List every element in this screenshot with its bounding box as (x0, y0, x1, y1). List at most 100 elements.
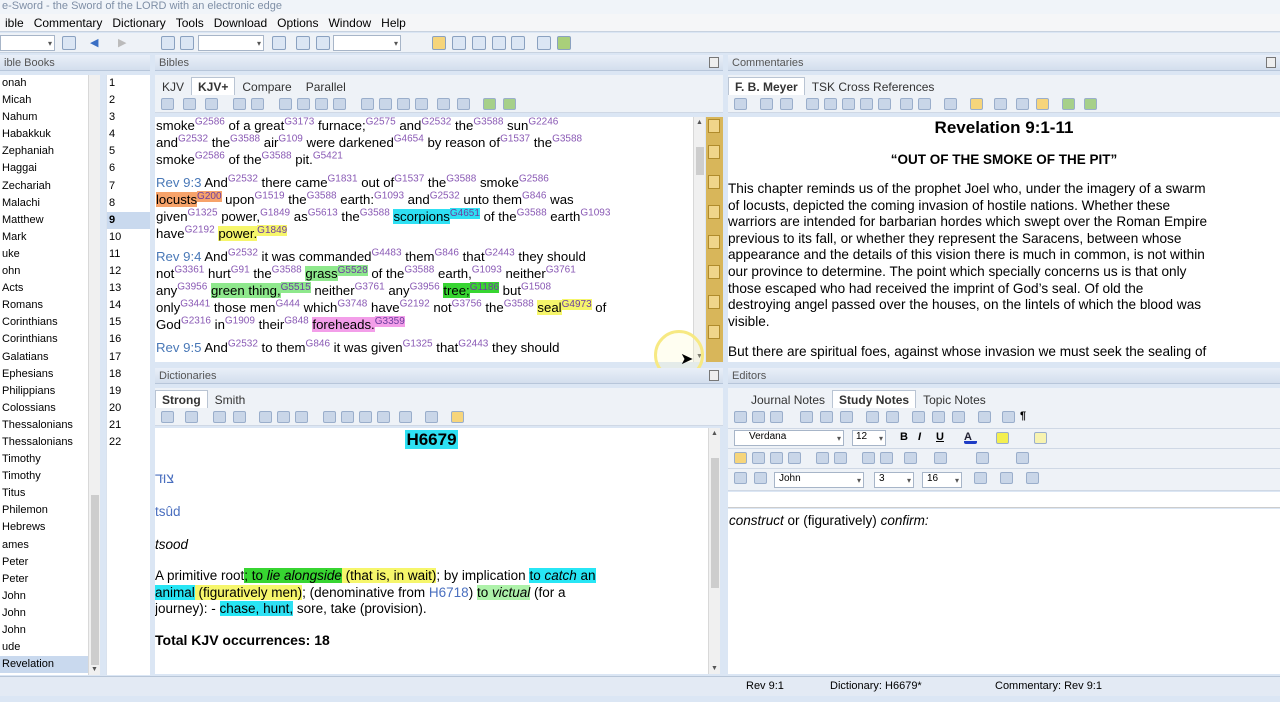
book-item[interactable]: Corinthians (0, 314, 88, 331)
bookmark-icon[interactable] (708, 205, 720, 219)
pin-icon[interactable] (709, 370, 719, 381)
save-icon[interactable] (62, 36, 76, 50)
zoom-icon[interactable] (944, 98, 957, 110)
book-item[interactable]: Habakkuk (0, 126, 88, 143)
strong-number[interactable]: G2192 (400, 299, 430, 310)
strong-number[interactable]: G3761 (355, 282, 385, 293)
strong-number[interactable]: G1508 (521, 282, 551, 293)
book-item[interactable]: Micah (0, 92, 88, 109)
tab-topic-notes[interactable]: Topic Notes (916, 390, 993, 410)
book-item[interactable]: Zechariah (0, 178, 88, 195)
book-item[interactable]: Colossians (0, 400, 88, 417)
verse-reference[interactable]: Rev 9:4 (156, 249, 201, 264)
print-icon[interactable] (277, 411, 290, 423)
book-item[interactable]: John (0, 622, 88, 639)
chapter-item[interactable]: 13 (107, 280, 150, 297)
strong-number[interactable]: G3588 (504, 299, 534, 310)
spacing-icon[interactable] (904, 452, 917, 464)
strong-number[interactable]: G2192 (185, 225, 215, 236)
print-icon[interactable] (770, 411, 783, 423)
strong-number[interactable]: G2586 (519, 174, 549, 185)
book-item[interactable]: Acts (0, 280, 88, 297)
strong-number[interactable]: G2532 (178, 134, 208, 145)
strong-number[interactable]: G5528 (337, 264, 368, 276)
search-bible-icon[interactable] (180, 36, 194, 50)
chapter-item[interactable]: 10 (107, 229, 150, 246)
add-icon[interactable] (205, 98, 218, 110)
strong-number[interactable]: G1849 (257, 224, 288, 236)
menu-item-download[interactable]: Download (209, 14, 272, 32)
book-item[interactable]: Peter (0, 554, 88, 571)
tab-parallel[interactable]: Parallel (299, 77, 353, 97)
strong-number[interactable]: G4973 (561, 298, 592, 310)
table-icon[interactable] (932, 411, 945, 423)
book-list-scrollbar[interactable]: ▼ (88, 75, 100, 675)
book-item[interactable]: Revelation (0, 656, 88, 674)
bible-scrollbar[interactable]: ▲ ▼ (693, 117, 705, 362)
tab-compare[interactable]: Compare (235, 77, 298, 97)
dictionary-link[interactable]: H6718 (429, 585, 469, 600)
strong-number[interactable]: G3761 (546, 265, 576, 276)
strong-number[interactable]: G2532 (228, 248, 258, 259)
chapter-item[interactable]: 15 (107, 314, 150, 331)
book-icon[interactable] (994, 98, 1007, 110)
bookmark-icon[interactable] (708, 265, 720, 279)
strong-number[interactable]: G3359 (374, 315, 405, 327)
bible-text[interactable]: smokeG2586 of a greatG3173 furnace;G2575… (155, 117, 695, 362)
bullet-list-icon[interactable] (834, 452, 847, 464)
print-icon[interactable] (824, 98, 837, 110)
highlight-icon[interactable] (900, 98, 913, 110)
chapter-item[interactable]: 7 (107, 178, 150, 195)
strong-number[interactable]: G200 (197, 190, 222, 202)
verse-reference[interactable]: Rev 9:5 (156, 340, 201, 355)
book-item[interactable]: Timothy (0, 451, 88, 468)
grid-icon[interactable] (537, 36, 551, 50)
book-item[interactable]: Zephaniah (0, 143, 88, 160)
strong-number[interactable]: G848 (284, 316, 308, 327)
border-icon[interactable] (934, 452, 947, 464)
strong-number[interactable]: G3588 (446, 174, 476, 185)
verse-reference[interactable]: Rev 9:3 (156, 175, 201, 190)
book-item[interactable]: Galatians (0, 349, 88, 366)
strong-number[interactable]: G846 (306, 339, 330, 350)
search-icon[interactable] (161, 36, 175, 50)
zoom-icon[interactable] (1026, 472, 1039, 484)
cut-icon[interactable] (800, 411, 813, 423)
strong-number[interactable]: G2443 (485, 248, 515, 259)
image-icon[interactable] (952, 411, 965, 423)
goto-icon[interactable] (183, 98, 196, 110)
copy-verse-icon[interactable] (297, 98, 310, 110)
strong-number[interactable]: G3361 (174, 265, 204, 276)
align-right-icon[interactable] (770, 452, 783, 464)
chapter-item[interactable]: 16 (107, 331, 150, 348)
strong-number[interactable]: G3588 (552, 134, 582, 145)
strong-number[interactable]: G5421 (313, 151, 343, 162)
zoom-icon[interactable] (437, 98, 450, 110)
book-item[interactable]: ohn (0, 263, 88, 280)
strong-number[interactable]: G1519 (255, 191, 285, 202)
dictionary-view-icon[interactable] (492, 36, 506, 50)
strong-number[interactable]: G3756 (452, 299, 482, 310)
strong-number[interactable]: G3748 (337, 299, 367, 310)
tab-strong[interactable]: Strong (155, 390, 208, 409)
book-item[interactable]: onah (0, 75, 88, 92)
underline-icon[interactable] (341, 411, 354, 423)
book-item[interactable]: John (0, 605, 88, 622)
tab-f-b-meyer[interactable]: F. B. Meyer (728, 77, 805, 96)
tab-kjv[interactable]: KJV+ (191, 77, 236, 96)
strong-number[interactable]: G5613 (308, 208, 338, 219)
tab-tsk-cross-references[interactable]: TSK Cross References (805, 77, 942, 97)
font-size-select[interactable]: 12 ▾ (852, 430, 886, 446)
strong-number[interactable]: G3956 (177, 282, 207, 293)
bookmark-icon[interactable] (708, 325, 720, 339)
numbered-list-icon[interactable] (816, 452, 829, 464)
bold-icon[interactable]: B (900, 432, 913, 444)
search-icon[interactable] (213, 411, 226, 423)
strike-icon[interactable] (918, 98, 931, 110)
underline-icon[interactable]: U (936, 432, 949, 444)
forward-icon[interactable]: ▶ (118, 36, 132, 50)
strong-number[interactable]: G3441 (180, 299, 210, 310)
chapter-item[interactable]: 5 (107, 143, 150, 160)
chapter-item[interactable]: 11 (107, 246, 150, 263)
strong-number[interactable]: G3588 (473, 117, 503, 128)
